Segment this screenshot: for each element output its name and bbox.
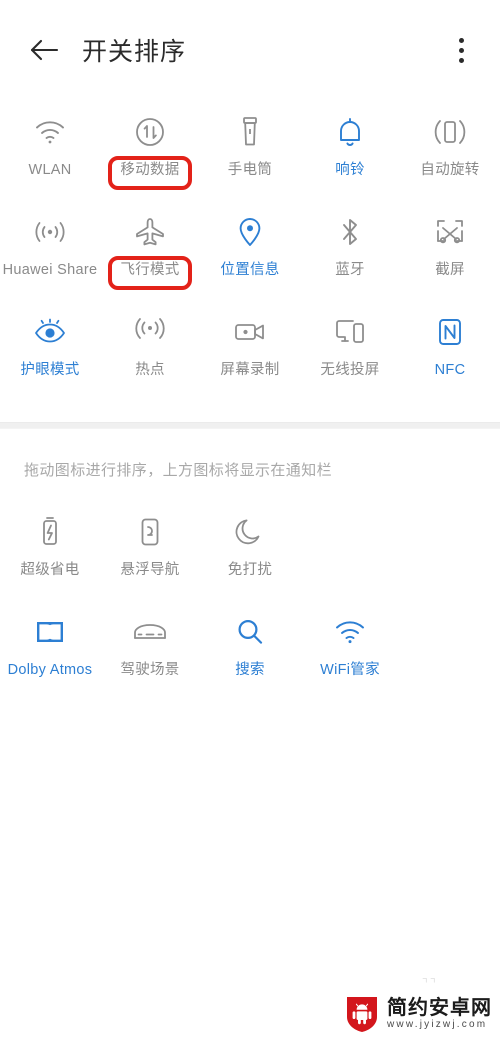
auto-rotate-icon bbox=[432, 114, 468, 150]
tile-label: 手电筒 bbox=[227, 162, 273, 178]
tile-hotspot[interactable]: 热点 bbox=[100, 300, 200, 400]
tile-empty-slot-1 bbox=[300, 500, 400, 600]
huawei-share-icon bbox=[32, 214, 68, 250]
tile-airplane-mode[interactable]: 飞行模式 bbox=[100, 200, 200, 300]
tile-location[interactable]: 位置信息 bbox=[200, 200, 300, 300]
eye-comfort-icon bbox=[32, 314, 68, 350]
tile-label: 截屏 bbox=[435, 262, 465, 278]
site-name: 简约安卓网 bbox=[387, 997, 492, 1019]
floating-nav-icon bbox=[132, 514, 168, 550]
drag-hint-text: 拖动图标进行排序，上方图标将显示在通知栏 bbox=[24, 462, 333, 479]
watermark-text: 简约安卓网 www.jyizwj.com bbox=[387, 998, 492, 1030]
tile-search[interactable]: 搜索 bbox=[200, 600, 300, 700]
tile-flashlight[interactable]: 手电筒 bbox=[200, 100, 300, 200]
wifi-icon bbox=[32, 114, 68, 150]
faint-artifact: ⌝⌝ bbox=[421, 976, 438, 991]
tile-screen-record[interactable]: 屏幕录制 bbox=[200, 300, 300, 400]
tile-wlan[interactable]: WLAN bbox=[0, 100, 100, 200]
tile-label: 飞行模式 bbox=[120, 262, 180, 278]
search-icon bbox=[232, 614, 268, 650]
tile-do-not-disturb[interactable]: 免打扰 bbox=[200, 500, 300, 600]
tile-label: 移动数据 bbox=[120, 162, 180, 178]
tile-label: 位置信息 bbox=[220, 262, 280, 278]
tile-label: Huawei Share bbox=[2, 262, 98, 278]
tile-screenshot[interactable]: 截屏 bbox=[400, 200, 500, 300]
tile-floating-navigation[interactable]: 悬浮导航 bbox=[100, 500, 200, 600]
tile-label: 免打扰 bbox=[227, 562, 273, 578]
driving-mode-car-icon bbox=[132, 614, 168, 650]
bluetooth-icon bbox=[332, 214, 368, 250]
tile-label: 搜索 bbox=[235, 662, 265, 678]
android-shield-logo bbox=[345, 995, 379, 1033]
airplane-icon bbox=[132, 214, 168, 250]
tile-driving-mode[interactable]: 驾驶场景 bbox=[100, 600, 200, 700]
available-tiles-grid-row-2: Dolby Atmos 驾驶场景 搜索 WiFi管家 bbox=[0, 600, 500, 700]
tile-wifi-manager[interactable]: WiFi管家 bbox=[300, 600, 400, 700]
dolby-atmos-icon bbox=[32, 614, 68, 650]
tile-ring[interactable]: 响铃 bbox=[300, 100, 400, 200]
hotspot-icon bbox=[132, 314, 168, 350]
page-title: 开关排序 bbox=[82, 38, 187, 66]
available-tiles-grid-row-1: 超级省电 悬浮导航 免打扰 bbox=[0, 500, 500, 600]
tile-label: 悬浮导航 bbox=[120, 562, 180, 578]
back-button[interactable] bbox=[24, 30, 64, 70]
nfc-icon bbox=[432, 314, 468, 350]
tile-empty-slot-2 bbox=[400, 500, 500, 600]
site-watermark: 简约安卓网 www.jyizwj.com bbox=[345, 995, 492, 1033]
tile-empty-slot-3 bbox=[400, 600, 500, 700]
screenshot-icon bbox=[432, 214, 468, 250]
tile-bluetooth[interactable]: 蓝牙 bbox=[300, 200, 400, 300]
bell-icon bbox=[332, 114, 368, 150]
tile-label: 护眼模式 bbox=[20, 362, 80, 378]
wifi-manager-icon bbox=[332, 614, 368, 650]
tile-label: 超级省电 bbox=[20, 562, 80, 578]
tile-label: Dolby Atmos bbox=[7, 662, 93, 678]
tile-mobile-data[interactable]: 移动数据 bbox=[100, 100, 200, 200]
tile-wireless-cast[interactable]: 无线投屏 bbox=[300, 300, 400, 400]
tile-label: 自动旋转 bbox=[420, 162, 480, 178]
tile-label: NFC bbox=[434, 362, 466, 378]
tile-eye-comfort[interactable]: 护眼模式 bbox=[0, 300, 100, 400]
tile-label: 蓝牙 bbox=[335, 262, 365, 278]
tile-nfc[interactable]: NFC bbox=[400, 300, 500, 400]
site-url: www.jyizwj.com bbox=[387, 1019, 488, 1030]
tile-label: 热点 bbox=[135, 362, 165, 378]
tile-auto-rotate[interactable]: 自动旋转 bbox=[400, 100, 500, 200]
tile-label: 响铃 bbox=[335, 162, 365, 178]
screen-record-icon bbox=[232, 314, 268, 350]
notification-panel-grid: WLAN 移动数据 手电筒 响铃 自动旋转 Huawei Share 飞行模式 … bbox=[0, 100, 500, 400]
back-arrow-icon bbox=[29, 37, 59, 63]
tile-super-power-saving[interactable]: 超级省电 bbox=[0, 500, 100, 600]
section-divider bbox=[0, 422, 500, 429]
battery-saver-icon bbox=[32, 514, 68, 550]
more-options-button[interactable] bbox=[444, 30, 478, 70]
tile-huawei-share[interactable]: Huawei Share bbox=[0, 200, 100, 300]
tile-dolby-atmos[interactable]: Dolby Atmos bbox=[0, 600, 100, 700]
tile-label: 驾驶场景 bbox=[120, 662, 180, 678]
flashlight-icon bbox=[232, 114, 268, 150]
tile-label: WiFi管家 bbox=[320, 662, 380, 678]
more-vertical-icon bbox=[458, 37, 464, 63]
app-header: 开关排序 bbox=[0, 0, 500, 100]
tile-label: 屏幕录制 bbox=[220, 362, 280, 378]
wireless-cast-icon bbox=[332, 314, 368, 350]
tile-label: 无线投屏 bbox=[320, 362, 380, 378]
mobile-data-icon bbox=[132, 114, 168, 150]
do-not-disturb-moon-icon bbox=[232, 514, 268, 550]
tile-label: WLAN bbox=[28, 162, 72, 178]
location-pin-icon bbox=[232, 214, 268, 250]
